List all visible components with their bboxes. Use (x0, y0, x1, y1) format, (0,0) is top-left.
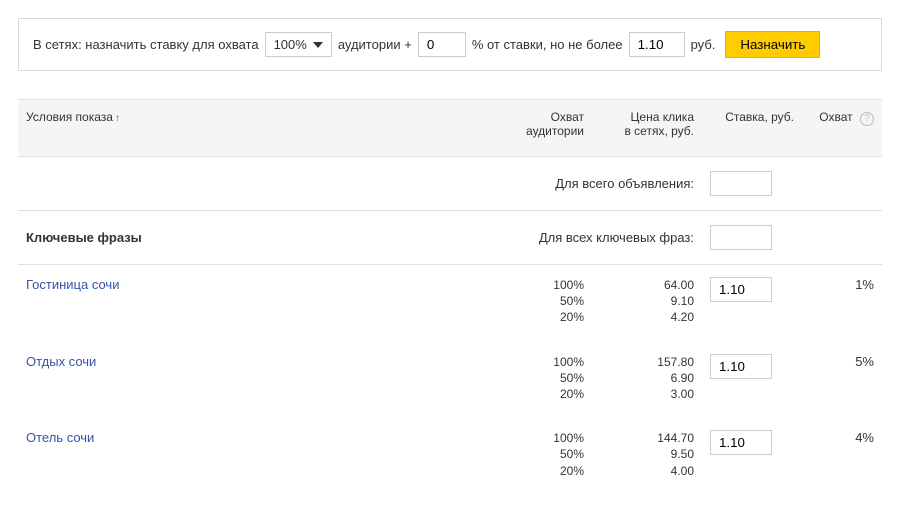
coverage-cell: 100% 50% 20% (492, 342, 592, 419)
apply-button[interactable]: Назначить (725, 31, 820, 58)
bids-table: Условия показа↑ Охват аудитории Цена кли… (18, 99, 882, 495)
toolbar-mid2: % от ставки, но не более (472, 37, 623, 52)
all-keywords-bid-input[interactable] (710, 225, 772, 250)
header-coverage[interactable]: Охват аудитории (492, 100, 592, 157)
row-bid-input[interactable] (710, 277, 772, 302)
toolbar-prefix: В сетях: назначить ставку для охвата (33, 37, 259, 52)
keyword-link[interactable]: Гостиница сочи (26, 277, 119, 292)
price-cell: 144.70 9.50 4.00 (592, 418, 702, 495)
networks-toolbar: В сетях: назначить ставку для охвата 100… (18, 18, 882, 71)
toolbar-suffix: руб. (691, 37, 716, 52)
table-row: Отдых сочи 100% 50% 20% 157.80 6.90 3.00… (18, 342, 882, 419)
row-bid-input[interactable] (710, 354, 772, 379)
price-cell: 64.00 9.10 4.20 (592, 265, 702, 342)
keyword-link[interactable]: Отель сочи (26, 430, 94, 445)
coverage-cell: 100% 50% 20% (492, 265, 592, 342)
header-bid[interactable]: Ставка, руб. (702, 100, 802, 157)
keyword-link[interactable]: Отдых сочи (26, 354, 96, 369)
table-row: Гостиница сочи 100% 50% 20% 64.00 9.10 4… (18, 265, 882, 342)
table-row: Отель сочи 100% 50% 20% 144.70 9.50 4.00… (18, 418, 882, 495)
coverage-cell: 100% 50% 20% (492, 418, 592, 495)
reach-cell: 1% (802, 265, 882, 342)
price-cell: 157.80 6.90 3.00 (592, 342, 702, 419)
all-ad-bid-input[interactable] (710, 171, 772, 196)
table-header-row: Условия показа↑ Охват аудитории Цена кли… (18, 100, 882, 157)
all-keywords-label: Для всех ключевых фраз: (492, 211, 702, 265)
all-ad-label: Для всего объявления: (18, 157, 702, 211)
reach-cell: 4% (802, 418, 882, 495)
toolbar-mid1: аудитории + (338, 37, 412, 52)
help-icon[interactable]: ? (860, 112, 874, 126)
all-ad-row: Для всего объявления: (18, 157, 882, 211)
reach-cell: 5% (802, 342, 882, 419)
header-term[interactable]: Условия показа↑ (18, 100, 492, 157)
row-bid-input[interactable] (710, 430, 772, 455)
header-price[interactable]: Цена клика в сетях, руб. (592, 100, 702, 157)
sort-arrow-icon: ↑ (115, 113, 120, 124)
coverage-select[interactable]: 100% (265, 32, 332, 57)
coverage-select-value: 100% (274, 37, 307, 52)
keywords-title: Ключевые фразы (18, 211, 492, 265)
plus-percent-input[interactable] (418, 32, 466, 57)
max-bid-input[interactable] (629, 32, 685, 57)
header-reach[interactable]: Охват ? (802, 100, 882, 157)
chevron-down-icon (313, 42, 323, 48)
keywords-header-row: Ключевые фразы Для всех ключевых фраз: (18, 211, 882, 265)
